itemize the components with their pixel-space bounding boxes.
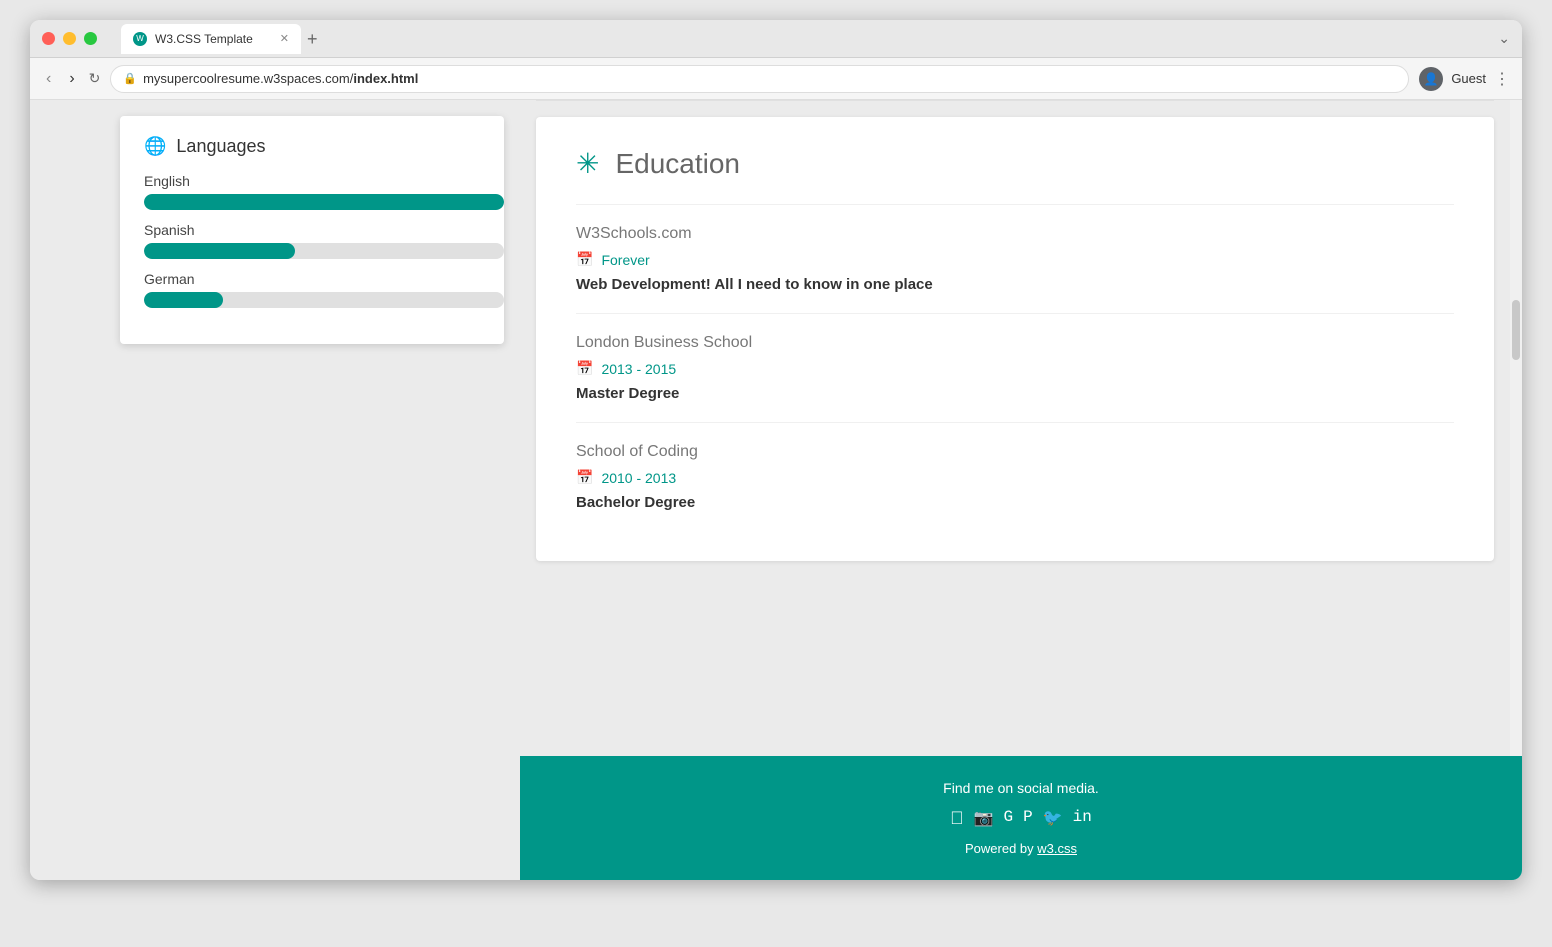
- left-sidebar: 🌐 Languages English Spanish Germ: [30, 100, 520, 880]
- german-progress-fill: [144, 292, 223, 308]
- edu-school-coding: School of Coding: [576, 443, 1454, 461]
- calendar-icon-1: 📅: [576, 360, 593, 377]
- education-title: Education: [615, 148, 740, 180]
- edu-entry-london: London Business School 📅 2013 - 2015 Mas…: [576, 313, 1454, 422]
- english-progress-bg: [144, 194, 504, 210]
- german-progress-bg: [144, 292, 504, 308]
- footer-social-text: Find me on social media.: [544, 780, 1498, 796]
- calendar-icon-0: 📅: [576, 251, 593, 268]
- edu-period-text-0: Forever: [601, 252, 649, 268]
- education-card: ✳ Education W3Schools.com 📅 Forever Web …: [536, 117, 1494, 561]
- edu-entry-w3schools: W3Schools.com 📅 Forever Web Development!…: [576, 204, 1454, 313]
- facebook-icon[interactable]: : [950, 808, 964, 829]
- maximize-button[interactable]: [84, 32, 97, 45]
- scrollbar-thumb[interactable]: [1512, 300, 1520, 360]
- lock-icon: 🔒: [123, 72, 137, 85]
- language-item-german: German: [144, 271, 480, 308]
- edu-period-coding: 📅 2010 - 2013: [576, 469, 1454, 486]
- footer: Find me on social media.  📷 G P 🐦 in Po…: [520, 756, 1522, 880]
- more-options-button[interactable]: ⋮: [1494, 69, 1510, 89]
- spanish-progress-bg: [144, 243, 504, 259]
- language-name-german: German: [144, 271, 480, 287]
- social-icons:  📷 G P 🐦 in: [544, 808, 1498, 829]
- edu-degree-london: Master Degree: [576, 385, 1454, 402]
- back-button[interactable]: ‹: [42, 68, 55, 90]
- spanish-progress-fill: [144, 243, 295, 259]
- calendar-icon-2: 📅: [576, 469, 593, 486]
- language-name-english: English: [144, 173, 480, 189]
- education-header: ✳ Education: [576, 147, 1454, 180]
- edu-period-text-1: 2013 - 2015: [601, 361, 676, 377]
- page-content: 🌐 Languages English Spanish Germ: [30, 100, 1522, 880]
- linkedin-icon[interactable]: in: [1073, 808, 1092, 829]
- window-controls: ⌄: [1498, 30, 1510, 47]
- edu-period-london: 📅 2013 - 2015: [576, 360, 1454, 377]
- profile-area: 👤 Guest ⋮: [1419, 67, 1510, 91]
- w3css-link[interactable]: w3.css: [1037, 841, 1077, 856]
- url-bar[interactable]: 🔒 mysupercoolresume.w3spaces.com/index.h…: [110, 65, 1409, 93]
- tab-title: W3.CSS Template: [155, 32, 253, 46]
- new-tab-button[interactable]: +: [307, 30, 318, 48]
- languages-card: 🌐 Languages English Spanish Germ: [120, 116, 504, 344]
- education-icon: ✳: [576, 147, 599, 180]
- url-text: mysupercoolresume.w3spaces.com/index.htm…: [143, 71, 418, 86]
- languages-title: Languages: [176, 136, 265, 157]
- language-item-spanish: Spanish: [144, 222, 480, 259]
- profile-name: Guest: [1451, 71, 1486, 86]
- tab-close-button[interactable]: ✕: [280, 32, 289, 45]
- twitter-icon[interactable]: 🐦: [1043, 808, 1063, 829]
- edu-entry-coding: School of Coding 📅 2010 - 2013 Bachelor …: [576, 422, 1454, 531]
- edu-school-london: London Business School: [576, 334, 1454, 352]
- footer-powered: Powered by w3.css: [544, 841, 1498, 856]
- languages-header: 🌐 Languages: [144, 136, 480, 157]
- edu-degree-coding: Bachelor Degree: [576, 494, 1454, 511]
- forward-button[interactable]: ›: [65, 68, 78, 90]
- globe-icon: 🌐: [144, 136, 166, 157]
- edu-period-text-2: 2010 - 2013: [601, 470, 676, 486]
- instagram-icon[interactable]: 📷: [974, 808, 994, 829]
- scrollbar-track[interactable]: [1510, 100, 1522, 756]
- main-content: ✳ Education W3Schools.com 📅 Forever Web …: [520, 100, 1510, 756]
- english-progress-fill: [144, 194, 504, 210]
- google-icon[interactable]: G: [1004, 808, 1014, 829]
- profile-avatar: 👤: [1419, 67, 1443, 91]
- close-button[interactable]: [42, 32, 55, 45]
- active-tab[interactable]: W W3.CSS Template ✕: [121, 24, 301, 54]
- tab-favicon: W: [133, 32, 147, 46]
- edu-degree-w3schools: Web Development! All I need to know in o…: [576, 276, 1454, 293]
- refresh-button[interactable]: ↻: [89, 70, 101, 87]
- edu-school-w3schools: W3Schools.com: [576, 225, 1454, 243]
- address-bar: ‹ › ↻ 🔒 mysupercoolresume.w3spaces.com/i…: [30, 58, 1522, 100]
- language-name-spanish: Spanish: [144, 222, 480, 238]
- minimize-button[interactable]: [63, 32, 76, 45]
- tab-bar: W W3.CSS Template ✕ +: [121, 24, 1490, 54]
- edu-period-w3schools: 📅 Forever: [576, 251, 1454, 268]
- title-bar: W W3.CSS Template ✕ + ⌄: [30, 20, 1522, 58]
- language-item-english: English: [144, 173, 480, 210]
- pinterest-icon[interactable]: P: [1023, 808, 1033, 829]
